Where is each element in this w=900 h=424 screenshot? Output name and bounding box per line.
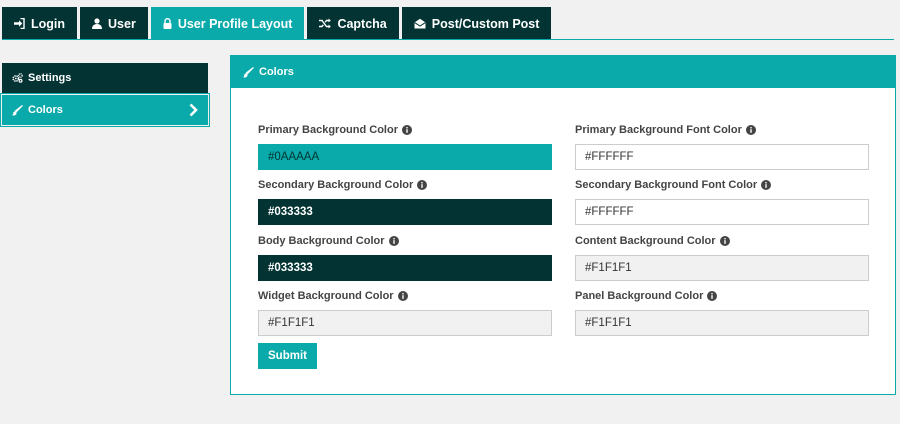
tab-user-label: User [108, 16, 136, 31]
tab-user-profile-layout-label: User Profile Layout [177, 16, 293, 31]
content-background-color-field: Content Background Color [575, 234, 869, 281]
secondary-background-color-label: Secondary Background Color [258, 179, 414, 191]
tab-underline [2, 39, 894, 40]
random-icon [319, 18, 332, 29]
tab-captcha[interactable]: Captcha [307, 7, 399, 40]
top-tabs: Login User User Profile Layout Captcha P… [2, 7, 552, 40]
sidebar-item-colors-label: Colors [28, 104, 63, 116]
panel-background-color-label: Panel Background Color [575, 290, 704, 302]
body-background-color-label: Body Background Color [258, 235, 385, 247]
info-icon[interactable] [397, 291, 408, 301]
envelope-open-icon [414, 18, 426, 29]
paint-brush-icon [12, 104, 23, 116]
secondary-background-font-color-label: Secondary Background Font Color [575, 179, 758, 191]
user-icon [92, 18, 103, 29]
sidebar-item-colors[interactable]: Colors [0, 93, 210, 127]
sidebar-item-settings[interactable]: Settings [2, 63, 208, 93]
tab-user-profile-layout[interactable]: User Profile Layout [150, 7, 305, 40]
content-background-color-label: Content Background Color [575, 235, 716, 247]
widget-background-color-input[interactable] [258, 310, 552, 336]
tab-login-label: Login [31, 16, 66, 31]
submit-button[interactable]: Submit [258, 343, 317, 369]
sign-in-icon [14, 18, 25, 29]
info-icon[interactable] [417, 180, 428, 190]
tab-post-custom-post-label: Post/Custom Post [431, 16, 540, 31]
info-icon[interactable] [719, 236, 730, 246]
info-icon[interactable] [745, 125, 756, 135]
primary-background-color-label: Primary Background Color [258, 124, 398, 136]
tab-post-custom-post[interactable]: Post/Custom Post [401, 7, 552, 40]
gears-icon [12, 73, 23, 83]
secondary-background-font-color-input[interactable] [575, 199, 869, 225]
tab-user[interactable]: User [80, 7, 148, 40]
content-background-color-input[interactable] [575, 255, 869, 281]
sidebar-item-settings-label: Settings [28, 72, 72, 84]
info-icon[interactable] [401, 125, 412, 135]
lock-icon [163, 18, 172, 29]
secondary-background-font-color-field: Secondary Background Font Color [575, 178, 869, 225]
panel-background-color-field: Panel Background Color [575, 289, 869, 336]
primary-background-font-color-input[interactable] [575, 144, 869, 170]
sidebar: Settings Colors [0, 63, 210, 127]
widget-background-color-label: Widget Background Color [258, 290, 394, 302]
info-icon[interactable] [388, 236, 399, 246]
panel-header: Colors [231, 56, 895, 88]
widget-background-color-field: Widget Background Color [258, 289, 552, 336]
info-icon[interactable] [707, 291, 718, 301]
tab-login[interactable]: Login [2, 7, 78, 40]
colors-panel: Colors Primary Background Color Secondar… [230, 55, 896, 395]
chevron-right-icon [189, 103, 198, 117]
body-background-color-field: Body Background Color [258, 234, 552, 281]
primary-background-font-color-label: Primary Background Font Color [575, 124, 742, 136]
secondary-background-color-field: Secondary Background Color [258, 178, 552, 225]
info-icon[interactable] [761, 180, 772, 190]
panel-background-color-input[interactable] [575, 310, 869, 336]
primary-background-color-input[interactable] [258, 144, 552, 170]
secondary-background-color-input[interactable] [258, 199, 552, 225]
paint-brush-icon [243, 66, 254, 78]
primary-background-font-color-field: Primary Background Font Color [575, 123, 869, 170]
primary-background-color-field: Primary Background Color [258, 123, 552, 170]
tab-captcha-label: Captcha [337, 16, 387, 31]
body-background-color-input[interactable] [258, 255, 552, 281]
panel-title: Colors [259, 66, 294, 78]
